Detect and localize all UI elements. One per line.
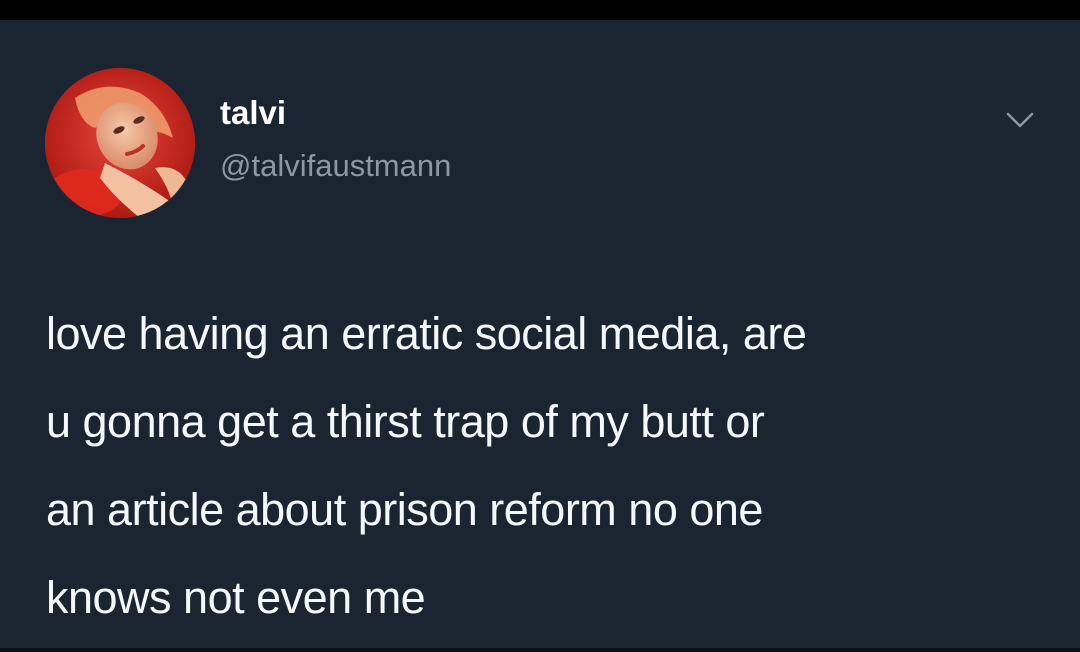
tweet-card: talvi @talvifaustmann love having an err… (0, 20, 1080, 648)
top-border (0, 0, 1080, 20)
author-handle[interactable]: @talvifaustmann (220, 150, 451, 181)
tweet-text: love having an erratic social media, are… (46, 290, 1046, 642)
avatar-photo (45, 68, 195, 218)
tweet-text-line: knows not even me (46, 572, 426, 623)
bottom-border (0, 648, 1080, 652)
tweet-text-line: an article about prison reform no one (46, 484, 763, 535)
avatar[interactable] (45, 68, 195, 218)
tweet-text-line: u gonna get a thirst trap of my butt or (46, 396, 765, 447)
chevron-down-icon[interactable] (1000, 106, 1040, 134)
author-display-name[interactable]: talvi (220, 96, 286, 129)
tweet-text-line: love having an erratic social media, are (46, 308, 807, 359)
